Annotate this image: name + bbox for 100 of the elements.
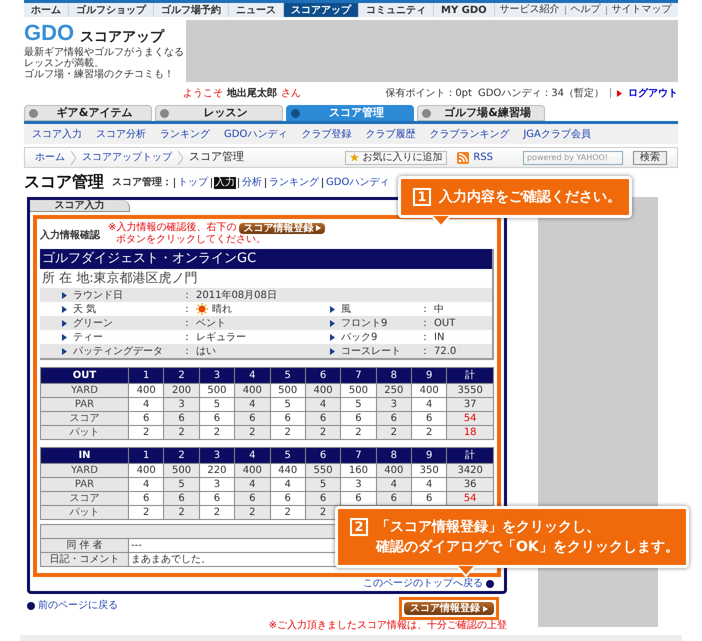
table-cell: 6 <box>234 492 270 506</box>
notice-text: ボタンをクリックしてください。 <box>116 234 266 246</box>
sub-nav-link[interactable]: クラブランキング <box>429 126 510 142</box>
favorite-button[interactable]: お気に入りに追加 <box>345 150 448 164</box>
table-cell: 400 <box>412 384 447 398</box>
table-cell: 400 <box>376 464 412 478</box>
table-cell: 2 <box>270 506 306 520</box>
sub-nav-link[interactable]: クラブ登録 <box>301 126 352 142</box>
course-name: ゴルフダイジェスト・オンラインGC <box>40 249 492 269</box>
category-tab[interactable]: スコア管理 <box>286 105 414 121</box>
total-cell: 54 <box>446 412 494 426</box>
sub-nav-link[interactable]: GDOハンディ <box>224 126 288 142</box>
table-cell: 5 <box>305 478 341 492</box>
category-tab[interactable]: レッスン <box>155 105 283 121</box>
breadcrumb-link[interactable]: スコアアップトップ <box>82 150 172 165</box>
total-cell: 54 <box>446 492 494 506</box>
sub-nav-link[interactable]: スコア分析 <box>96 126 146 142</box>
menu-link[interactable]: GDOハンディ <box>325 176 390 188</box>
current-page-label: スコア管理 <box>189 149 244 166</box>
sub-nav-link[interactable]: ランキング <box>160 126 210 142</box>
callout-text: 入力内容をご確認ください。 <box>439 188 621 207</box>
nav-tab[interactable]: ゴルフショップ <box>69 3 154 17</box>
table-cell: 6 <box>305 492 341 506</box>
table-cell: 6 <box>376 492 412 506</box>
search-field[interactable]: powered by YAHOO! <box>523 150 623 164</box>
menu-link[interactable]: 入力 <box>214 176 236 188</box>
colon: ： <box>182 288 192 302</box>
table-cell: 4 <box>128 398 164 412</box>
sub-nav-link[interactable]: スコア入力 <box>32 126 82 142</box>
nav-link[interactable]: サービス紹介 <box>494 4 565 16</box>
table-cell: 6 <box>199 412 235 426</box>
row-label: YARD <box>40 464 128 478</box>
info-label: バック9 <box>341 330 378 344</box>
colon: ： <box>420 316 430 330</box>
nav-tab[interactable]: MY GDO <box>434 3 495 17</box>
nav-link[interactable]: ヘルプ <box>566 4 606 16</box>
info-label: フロント9 <box>341 316 388 330</box>
table-cell: 4 <box>412 478 447 492</box>
info-value: OUT <box>434 316 456 330</box>
register-button[interactable]: スコア情報登録 <box>399 597 499 620</box>
info-label: コースレート <box>341 344 401 358</box>
table-cell: 350 <box>412 464 447 478</box>
table-cell: 6 <box>412 412 447 426</box>
table-cell: 550 <box>305 464 341 478</box>
nav-link[interactable]: サイトマップ <box>606 4 677 16</box>
category-tab[interactable]: ギア&アイテム <box>24 105 152 121</box>
rss-link[interactable]: RSS <box>457 150 493 165</box>
nav-tab[interactable]: スコアアップ <box>284 3 359 17</box>
user-name: 地出尾太郎 <box>227 86 277 100</box>
logout-link[interactable]: ログアウト <box>628 86 678 100</box>
back-link[interactable]: 前のページに戻る <box>27 600 118 612</box>
breadcrumb-link[interactable]: ホーム <box>35 150 65 165</box>
table-cell: 6 <box>305 412 341 426</box>
colon: ： <box>420 302 430 316</box>
table-cell: 5 <box>340 398 376 412</box>
info-label: ラウンド日 <box>73 288 123 302</box>
table-cell: 500 <box>340 384 376 398</box>
table-cell: 4 <box>234 478 270 492</box>
table-cell: 2 <box>305 426 341 440</box>
info-value: ベント <box>196 316 226 330</box>
info-label: グリーン <box>73 316 113 330</box>
menu-link[interactable]: ランキング <box>268 176 320 188</box>
row-label: スコア <box>40 492 128 506</box>
nav-tab[interactable]: ゴルフ場予約 <box>154 3 229 17</box>
menu-link[interactable]: 分析 <box>241 176 263 188</box>
table-cell: 5 <box>164 478 200 492</box>
search-button[interactable]: 検索 <box>633 150 667 164</box>
nav-tab[interactable]: ホーム <box>24 3 69 17</box>
table-cell: 6 <box>376 412 412 426</box>
total-cell: 18 <box>446 426 494 440</box>
table-cell: 3 <box>164 398 200 412</box>
row-label: PAR <box>40 398 128 412</box>
sub-nav-link[interactable]: JGAクラブ会員 <box>523 126 591 142</box>
table-cell: 2 <box>199 426 235 440</box>
info-value: はい <box>196 344 216 358</box>
total-cell: 36 <box>446 478 494 492</box>
nav-tab[interactable]: コミュニティ <box>359 3 434 17</box>
table-cell: 500 <box>270 384 306 398</box>
colon: ： <box>182 302 192 316</box>
table-cell: 5 <box>199 398 235 412</box>
table-cell: 400 <box>234 384 270 398</box>
row-label: パット <box>40 426 128 440</box>
info-value: IN <box>434 330 444 344</box>
table-cell: 6 <box>412 492 447 506</box>
row-label: PAR <box>40 478 128 492</box>
category-tab[interactable]: ゴルフ場&練習場 <box>417 105 545 121</box>
step-number: 2 <box>350 518 368 536</box>
chevron-icon <box>178 150 183 164</box>
tagline: ゴルフ場・練習場のクチコミも！ <box>24 69 175 80</box>
table-header: OUT <box>40 368 128 384</box>
page-top-link[interactable]: このページのトップへ戻る <box>363 578 483 590</box>
colon: ： <box>182 330 192 344</box>
table-cell: 6 <box>128 492 164 506</box>
table-cell: 2 <box>270 426 306 440</box>
menu-link[interactable]: トップ <box>177 176 209 188</box>
notice-text: ※入力情報の確認後、右下の <box>108 222 236 234</box>
table-cell: 440 <box>270 464 306 478</box>
table-cell: 400 <box>128 464 164 478</box>
star-icon <box>350 153 360 162</box>
sub-nav-link[interactable]: クラブ履歴 <box>365 126 416 142</box>
